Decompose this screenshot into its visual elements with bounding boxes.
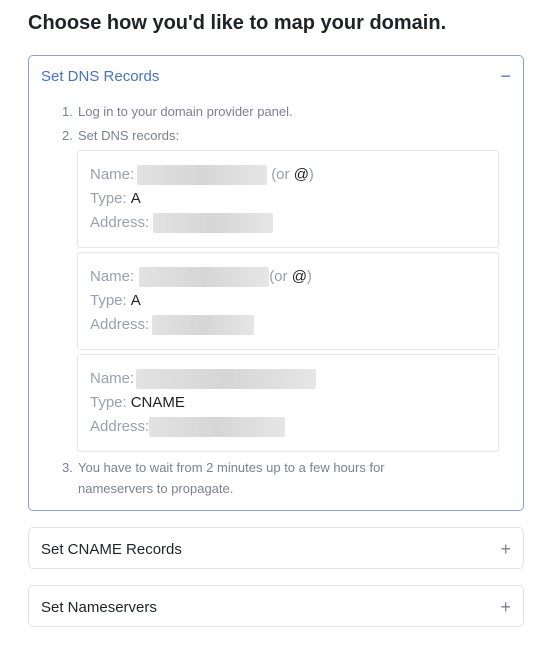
record-address-row: Address: [90,415,486,439]
record-name-row: Name: (or @) [90,163,486,187]
record-type-row: Type: CNAME [90,394,185,411]
cname-records-title: Set CNAME Records [41,540,182,558]
redacted-name [137,165,268,185]
redacted-address [149,417,286,437]
redacted-address [153,213,274,233]
record-name-hint: (or @) [271,166,314,183]
nameservers-header[interactable]: Set Nameservers + [29,586,523,628]
record-name-hint: (or @) [269,268,312,285]
redacted-name [136,369,317,389]
nameservers-title: Set Nameservers [41,598,157,616]
record-address-row: Address: [90,313,486,337]
dns-record-3: Name: Type: CNAME Address: [77,354,499,452]
nameservers-panel: Set Nameservers + [28,585,524,627]
record-address-row: Address: [90,211,486,235]
step-1: 1. Log in to your domain provider panel. [62,104,293,119]
page-title: Choose how you'd like to map your domain… [28,12,447,34]
dns-records-panel: Set DNS Records − 1. Log in to your domai… [28,55,524,511]
step-3: 3. You have to wait from 2 minutes up to … [62,460,385,496]
record-name-row: Name: [90,367,486,391]
record-type-row: Type: A [90,190,141,207]
step-2: 2. Set DNS records: [62,128,180,143]
dns-record-2: Name: (or @) Type: A Address: [77,252,499,350]
redacted-address [152,315,255,335]
record-name-row: Name: (or @) [90,265,486,289]
expand-icon[interactable]: + [500,540,511,558]
redacted-name [139,267,270,287]
dns-record-1: Name: (or @) Type: A Address: [77,150,499,248]
dns-records-header[interactable]: Set DNS Records − [29,56,523,96]
dns-records-title: Set DNS Records [41,67,160,85]
cname-records-panel: Set CNAME Records + [28,527,524,569]
cname-records-header[interactable]: Set CNAME Records + [29,528,523,570]
collapse-icon[interactable]: − [500,67,511,85]
record-type-row: Type: A [90,292,141,309]
expand-icon[interactable]: + [500,598,511,616]
